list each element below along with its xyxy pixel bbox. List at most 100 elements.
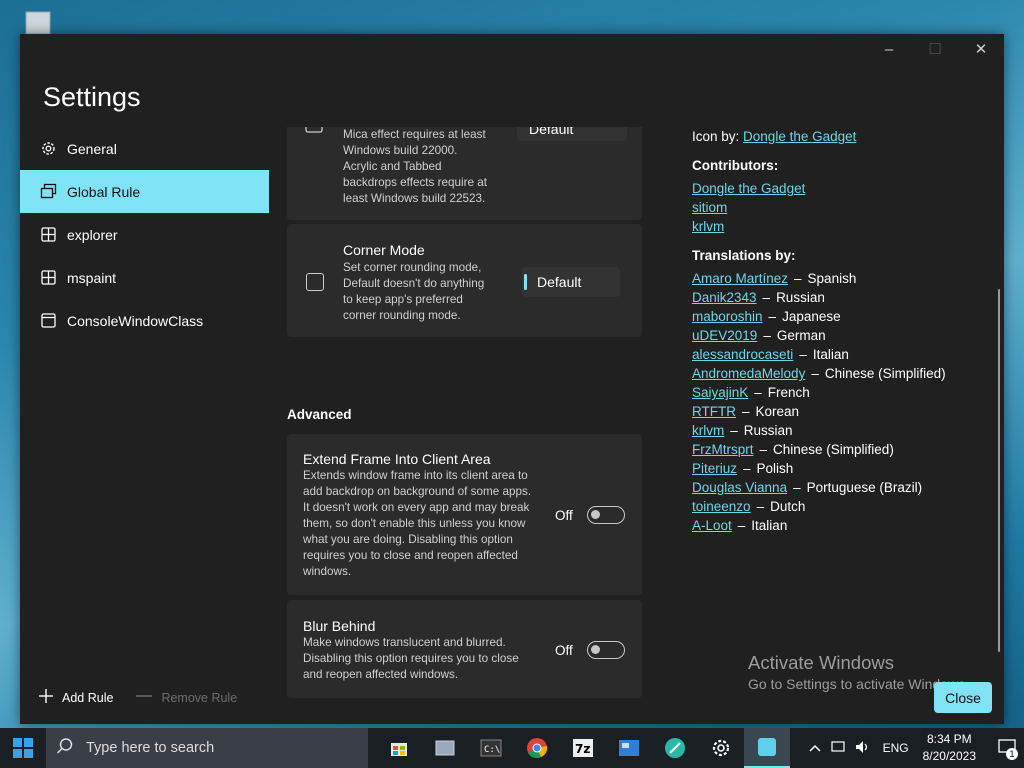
add-rule-label: Add Rule: [62, 690, 114, 705]
contributor-link[interactable]: Dongle the Gadget: [692, 181, 805, 196]
translator-link[interactable]: Danik2343: [692, 290, 757, 305]
chrome-icon[interactable]: [514, 728, 560, 768]
desc-line: them, so don't enable this unless you kn…: [303, 517, 526, 530]
7zip-icon[interactable]: 7z: [560, 728, 606, 768]
dash-separator: –: [756, 499, 765, 514]
translation-language: Russian: [743, 423, 793, 438]
desc-line: requires you to close and reopen affecte…: [303, 549, 518, 562]
blur-behind-title: Blur Behind: [303, 618, 376, 634]
app-title: Settings: [43, 82, 141, 112]
translator-link[interactable]: toineenzo: [692, 499, 751, 514]
translations-heading: Translations by:: [692, 248, 796, 263]
translator-link[interactable]: uDEV2019: [692, 328, 757, 343]
chevron-up-icon[interactable]: [809, 741, 821, 755]
translator-link[interactable]: maboroshin: [692, 309, 763, 324]
desc-line: Windows build 22000.: [343, 144, 458, 157]
about-scrollbar[interactable]: [998, 289, 1000, 652]
blur-behind-state: Off: [555, 643, 573, 658]
translator-link[interactable]: Amaro Martínez: [692, 271, 788, 286]
desc-line: Mica effect requires at least: [343, 128, 486, 141]
language-indicator[interactable]: ENG: [883, 741, 909, 755]
translator-link[interactable]: FrzMtrsprt: [692, 442, 754, 457]
dash-separator: –: [799, 347, 807, 362]
translator-link[interactable]: Douglas Vianna: [692, 480, 787, 495]
nav-item-consolewindowclass[interactable]: ConsoleWindowClass: [20, 299, 269, 342]
windows-icon: [39, 183, 57, 201]
taskbar-search[interactable]: Type here to search: [46, 728, 368, 768]
corner-mode-checkbox[interactable]: [306, 273, 324, 291]
translation-language: Chinese (Simplified): [824, 366, 946, 381]
desc-line: Disabling this option requires you to cl…: [303, 652, 519, 665]
store-icon[interactable]: [376, 728, 422, 768]
translator-link[interactable]: alessandrocaseti: [692, 347, 793, 362]
blur-behind-description: Make windows translucent and blurred. Di…: [303, 635, 548, 683]
remove-rule-label: Remove Rule: [161, 690, 238, 705]
translation-row: uDEV2019– German: [692, 328, 826, 343]
translation-row: toineenzo – Dutch: [692, 499, 805, 514]
maximize-button[interactable]: ☐: [912, 34, 958, 64]
photos-icon[interactable]: [422, 728, 468, 768]
minus-icon: [135, 688, 153, 707]
translator-link[interactable]: AndromedaMelody: [692, 366, 805, 381]
nav-item-mspaint[interactable]: mspaint: [20, 256, 269, 299]
translation-language: German: [776, 328, 826, 343]
translator-link[interactable]: A-Loot: [692, 518, 732, 533]
translator-link[interactable]: krlvm: [692, 423, 724, 438]
network-icon[interactable]: [830, 740, 847, 757]
desc-line: Make windows translucent and blurred.: [303, 636, 506, 649]
close-button[interactable]: Close: [934, 682, 992, 713]
extend-frame-card: Extend Frame Into Client Area Extends wi…: [287, 434, 642, 595]
volume-icon[interactable]: [855, 740, 871, 757]
clock[interactable]: 8:34 PM 8/20/2023: [923, 731, 976, 765]
blur-behind-toggle[interactable]: [587, 641, 625, 659]
translation-language: Italian: [812, 347, 849, 362]
extend-frame-toggle[interactable]: [587, 506, 625, 524]
nav-item-label: ConsoleWindowClass: [67, 312, 204, 329]
translator-link[interactable]: Piteriuz: [692, 461, 737, 476]
desc-line: windows.: [303, 565, 352, 578]
backdrop-description: Mica effect requires at least Windows bu…: [343, 127, 503, 207]
gear-icon: [39, 140, 57, 158]
translation-language: French: [767, 385, 810, 400]
notification-button[interactable]: 1: [990, 728, 1024, 768]
rule-settings-panel[interactable]: Mica effect requires at least Windows bu…: [287, 127, 643, 724]
translation-language: Polish: [756, 461, 794, 476]
corner-mode-value: Default: [537, 274, 582, 290]
contributor-link[interactable]: krlvm: [692, 219, 724, 234]
translation-row: krlvm – Russian: [692, 423, 793, 438]
translation-language: Chinese (Simplified): [773, 442, 894, 457]
translation-row: alessandrocaseti – Italian: [692, 347, 849, 362]
contributor-link[interactable]: sitiom: [692, 200, 727, 215]
backdrop-dropdown[interactable]: Default: [517, 127, 627, 141]
taskbar: Type here to search C:\ 7z ENG 8:34 PM 8…: [0, 728, 1024, 768]
terminal-icon[interactable]: C:\: [468, 728, 514, 768]
corner-mode-dropdown[interactable]: Default: [522, 267, 620, 297]
search-icon: [56, 737, 74, 759]
add-rule-button[interactable]: Add Rule: [38, 688, 113, 707]
nav-item-label: mspaint: [67, 269, 117, 286]
remove-rule-button[interactable]: Remove Rule: [135, 688, 237, 707]
dash-separator: –: [762, 290, 771, 305]
minimize-button[interactable]: –: [866, 34, 912, 64]
nav-item-global-rule[interactable]: Global Rule: [20, 170, 269, 213]
translation-language: Italian: [751, 518, 788, 533]
desc-line: Acrylic and Tabbed: [343, 160, 442, 173]
nav-item-explorer[interactable]: explorer: [20, 213, 269, 256]
pen-app-icon[interactable]: [652, 728, 698, 768]
translation-row: maboroshin – Japanese: [692, 309, 841, 324]
start-button[interactable]: [0, 728, 46, 768]
desc-line: Extends window frame into its client are…: [303, 469, 528, 482]
control-panel-icon[interactable]: [606, 728, 652, 768]
nav-item-general[interactable]: General: [20, 127, 269, 170]
close-window-button[interactable]: ✕: [958, 34, 1004, 64]
plus-icon: [38, 688, 54, 707]
translator-link[interactable]: RTFTR: [692, 404, 736, 419]
icon-credit: Icon by: Dongle the Gadget: [692, 129, 856, 144]
desktop-recycle-bin-icon[interactable]: [22, 8, 56, 35]
settings-gear-icon[interactable]: [698, 728, 744, 768]
translator-link[interactable]: SaiyajinK: [692, 385, 748, 400]
translation-row: SaiyajinK – French: [692, 385, 810, 400]
icon-by-link[interactable]: Dongle the Gadget: [743, 129, 856, 144]
mica-app-icon[interactable]: [744, 728, 790, 768]
corner-mode-card: Corner Mode Set corner rounding mode, De…: [287, 224, 642, 337]
